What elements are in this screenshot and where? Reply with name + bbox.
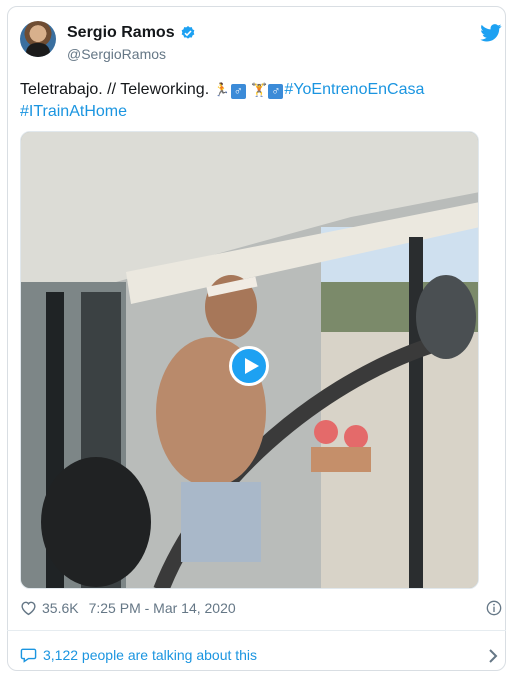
hashtag-link[interactable]: #ITrainAtHome <box>20 103 127 120</box>
weightlifter-icon: 🏋 <box>251 82 268 97</box>
author-name[interactable]: Sergio Ramos <box>67 24 175 42</box>
author-handle[interactable]: @SergioRamos <box>67 46 166 62</box>
heart-icon[interactable] <box>20 600 37 616</box>
verified-badge-icon <box>181 26 194 39</box>
play-icon[interactable] <box>229 346 269 386</box>
tweet-text: Teletrabajo. // Teleworking. 🏃 ♂ 🏋 ♂ #YoEnt… <box>20 79 480 123</box>
male-sign-icon: ♂ <box>268 84 284 99</box>
conversation-text[interactable]: 3,122 people are talking about this <box>43 647 257 663</box>
chevron-right-icon[interactable] <box>488 649 498 663</box>
avatar[interactable] <box>20 21 56 57</box>
conversation-link[interactable]: 3,122 people are talking about this <box>20 647 257 663</box>
male-sign-icon: ♂ <box>230 84 246 99</box>
twitter-bird-icon[interactable] <box>480 24 502 42</box>
comment-bubble-icon <box>20 648 37 663</box>
tweet-body-text: Teletrabajo. // Teleworking. <box>20 81 210 98</box>
running-person-icon: 🏃 <box>213 82 230 97</box>
info-icon[interactable] <box>486 600 502 616</box>
author-name-row[interactable]: Sergio Ramos <box>67 24 196 42</box>
timestamp[interactable]: 7:25 PM - Mar 14, 2020 <box>89 600 236 616</box>
divider <box>7 630 506 631</box>
video-thumbnail[interactable] <box>20 131 479 589</box>
like-count[interactable]: 35.6K <box>42 600 79 616</box>
hashtag-link[interactable]: #YoEntrenoEnCasa <box>284 81 424 98</box>
tweet-meta: 35.6K 7:25 PM - Mar 14, 2020 <box>20 600 236 616</box>
